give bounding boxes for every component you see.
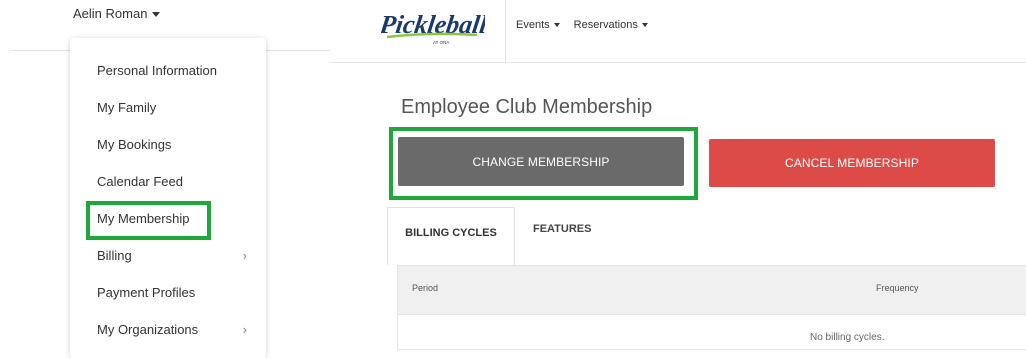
user-name: Aelin Roman: [73, 6, 148, 21]
cancel-membership-button[interactable]: CANCEL MEMBERSHIP: [709, 139, 995, 187]
nav-item-reservations[interactable]: Reservations: [574, 19, 648, 31]
menu-item-billing[interactable]: Billing ›: [97, 246, 247, 266]
highlight-change-membership: [389, 127, 698, 200]
table-header: Period Frequency: [398, 266, 1026, 315]
svg-text:AT ONA: AT ONA: [433, 40, 449, 45]
header-border: [330, 62, 1026, 63]
menu-item-my-family[interactable]: My Family: [97, 98, 247, 118]
account-panel: Aelin Roman Personal Information My Fami…: [0, 0, 330, 358]
column-header-frequency[interactable]: Frequency: [876, 283, 919, 293]
tab-billing-cycles[interactable]: BILLING CYCLES: [387, 207, 515, 265]
menu-item-my-organizations[interactable]: My Organizations ›: [97, 320, 247, 340]
highlight-my-membership: [86, 201, 211, 240]
caret-down-icon: [641, 23, 648, 27]
column-header-period[interactable]: Period: [412, 283, 438, 293]
menu-item-my-bookings[interactable]: My Bookings: [97, 135, 247, 155]
caret-down-icon: [553, 23, 560, 27]
page-title: Employee Club Membership: [401, 96, 653, 118]
caret-down-icon: [152, 11, 161, 17]
billing-cycles-table: Period Frequency No billing cycles.: [397, 265, 1026, 350]
main-nav: Events Reservations: [516, 19, 648, 31]
menu-item-personal-information[interactable]: Personal Information: [97, 61, 247, 81]
menu-item-calendar-feed[interactable]: Calendar Feed: [97, 172, 247, 192]
tab-features[interactable]: FEATURES: [533, 207, 591, 251]
pickleball-logo[interactable]: Pickleball AT ONA: [381, 4, 485, 46]
empty-state-message: No billing cycles.: [810, 332, 885, 343]
chevron-right-icon: ›: [242, 248, 247, 263]
header-divider: [505, 0, 506, 62]
user-menu-toggle[interactable]: Aelin Roman: [73, 6, 161, 21]
menu-item-payment-profiles[interactable]: Payment Profiles: [97, 283, 247, 303]
account-dropdown: Personal Information My Family My Bookin…: [70, 38, 266, 358]
chevron-right-icon: ›: [242, 322, 247, 337]
nav-item-events[interactable]: Events: [516, 19, 560, 31]
